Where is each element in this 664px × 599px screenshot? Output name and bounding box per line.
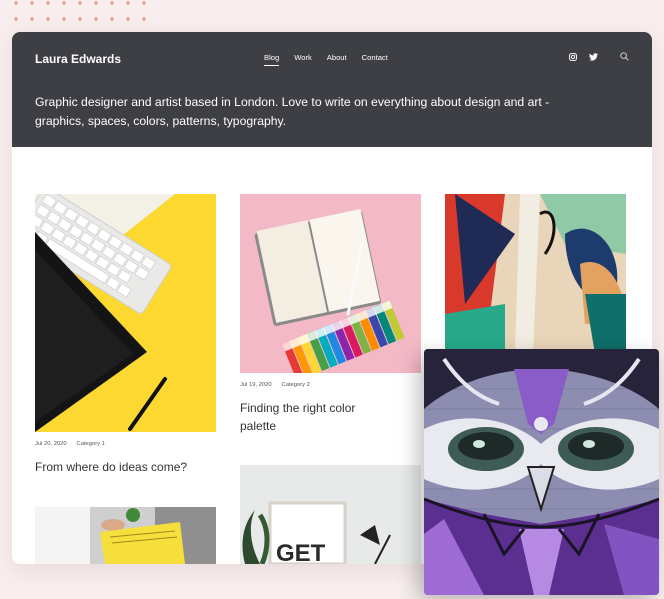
meta-separator: · [275,382,278,388]
post-image[interactable] [240,194,421,373]
post-card[interactable]: GET [240,465,421,564]
search-icon[interactable] [620,52,629,61]
post-image[interactable] [445,194,626,354]
site-intro: Graphic designer and artist based in Lon… [35,95,550,128]
poster-text: GET [276,540,326,564]
post-image[interactable]: GET [240,465,421,564]
header-icons [569,52,629,61]
site-header: Laura Edwards Blog Work About Contact Gr… [12,32,652,147]
post-image[interactable] [35,507,216,564]
nav-about[interactable]: About [327,53,347,66]
post-card[interactable] [35,507,216,564]
post-card[interactable]: Jul 19, 2020 · Category 2 Finding the ri… [240,194,421,434]
main-nav: Blog Work About Contact [264,53,388,66]
post-date: Jul 20, 2020 [35,441,67,447]
post-card[interactable] [445,194,626,354]
brand-name[interactable]: Laura Edwards [35,52,121,66]
post-meta: Jul 20, 2020 · Category 1 [35,441,105,447]
post-title[interactable]: Finding the right color palette [240,399,390,435]
post-card[interactable]: Jul 20, 2020 · Category 1 From where do … [35,194,216,484]
instagram-icon[interactable] [569,52,577,61]
featured-graffiti-image[interactable] [424,349,659,595]
nav-blog[interactable]: Blog [264,53,280,66]
decorative-dots [8,0,158,26]
post-category[interactable]: Category 1 [77,441,105,447]
nav-contact[interactable]: Contact [362,53,388,66]
nav-work[interactable]: Work [294,53,312,66]
post-title[interactable]: From where do ideas come? [35,458,216,476]
post-date: Jul 19, 2020 [240,382,272,388]
post-category[interactable]: Category 2 [282,382,310,388]
post-meta: Jul 19, 2020 · Category 2 [240,382,310,388]
meta-separator: · [70,441,73,447]
post-image[interactable] [35,194,216,432]
twitter-icon[interactable] [589,52,598,61]
